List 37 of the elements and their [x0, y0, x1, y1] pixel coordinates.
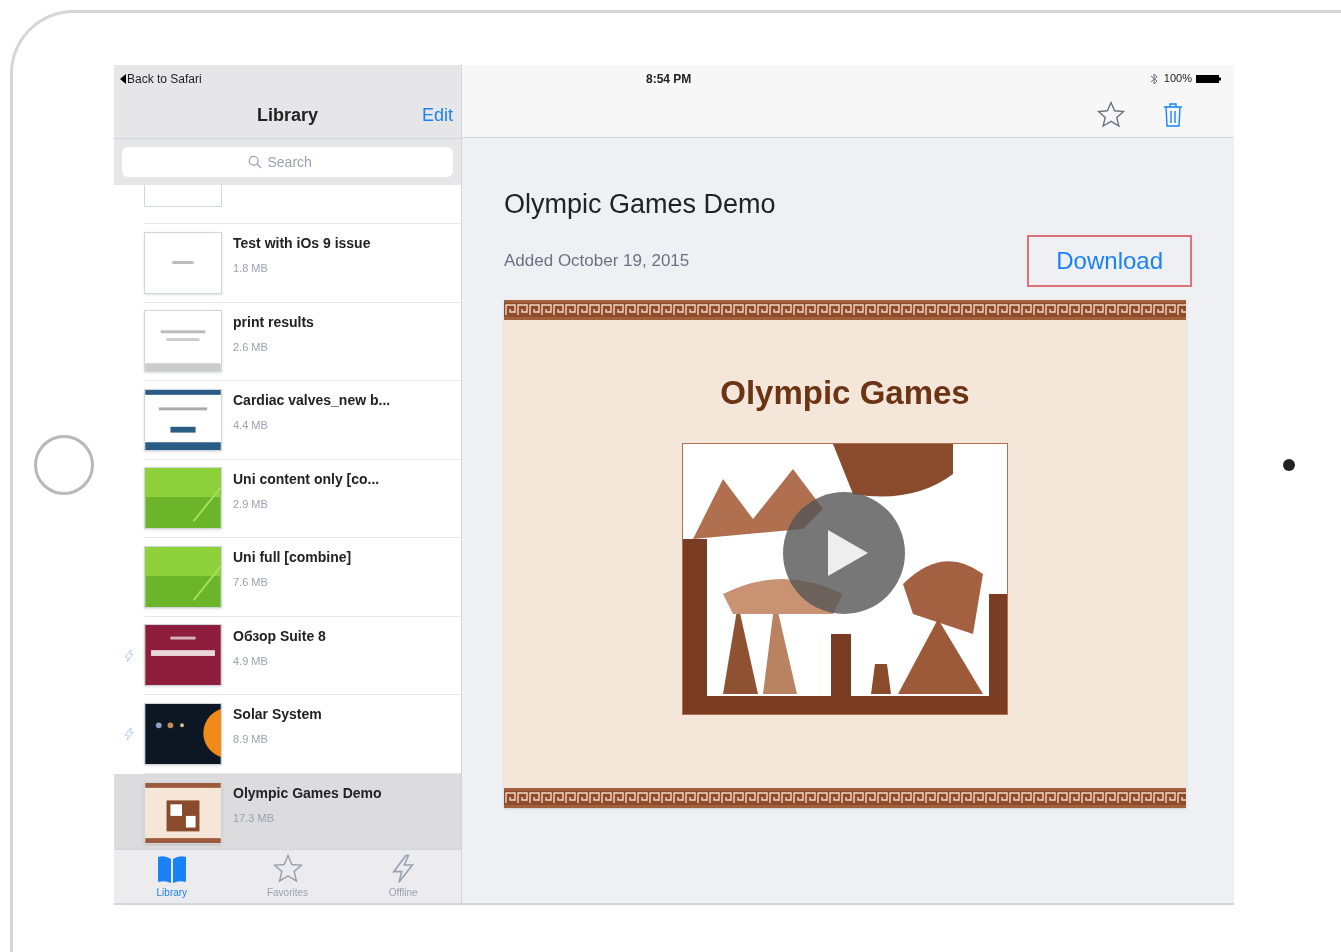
file-size: 7.6 MB: [233, 575, 269, 590]
search-field[interactable]: Search: [122, 147, 453, 177]
document-title: Olympic Games Demo: [233, 783, 382, 803]
slide-title: Olympic Games: [720, 372, 970, 413]
file-size: 4.4 MB: [233, 418, 269, 433]
file-size: 2.9 MB: [233, 496, 269, 512]
document-title: Test with iOs 9 issue: [233, 234, 371, 253]
file-size: 2.6 MB: [233, 339, 269, 355]
search-input[interactable]: Search: [267, 151, 328, 173]
file-size: 4.9 MB: [233, 653, 269, 669]
search-icon: [247, 155, 262, 169]
added-date: Added October 19, 2015: [504, 249, 690, 272]
document-title: Cardiac valves_new b...: [233, 391, 391, 410]
star-icon: [271, 853, 304, 885]
nav-title: Library: [257, 103, 318, 127]
book-icon: [155, 853, 188, 885]
document-title: Uni full [combine]: [233, 548, 352, 567]
file-size: 1.8 MB: [233, 261, 269, 276]
document-heading: Olympic Games Demo: [504, 188, 777, 221]
battery-icon: [1196, 73, 1222, 84]
document-title: Обзор Suite 8: [233, 626, 326, 646]
file-size: 8.9 MB: [233, 732, 269, 747]
document-title: print results: [233, 312, 314, 332]
play-icon: [828, 530, 868, 576]
battery-percent: 100%: [1163, 71, 1192, 87]
document-title: Solar System: [233, 705, 322, 724]
back-link[interactable]: Back to Safari: [120, 69, 202, 88]
back-arrow-icon: [120, 73, 126, 84]
document-title: Uni content only [co...: [233, 469, 380, 489]
document-row[interactable]: Olympic Games Demo 17.3 MB: [114, 773, 461, 849]
star-icon: [1096, 99, 1126, 130]
favorite-button[interactable]: [1096, 99, 1126, 130]
delete-button[interactable]: [1162, 101, 1184, 128]
bluetooth-icon: [1149, 72, 1158, 85]
status-time: 8:54 PM: [646, 70, 692, 88]
file-size: 17.3 MB: [233, 810, 275, 826]
trash-icon: [1162, 101, 1184, 128]
